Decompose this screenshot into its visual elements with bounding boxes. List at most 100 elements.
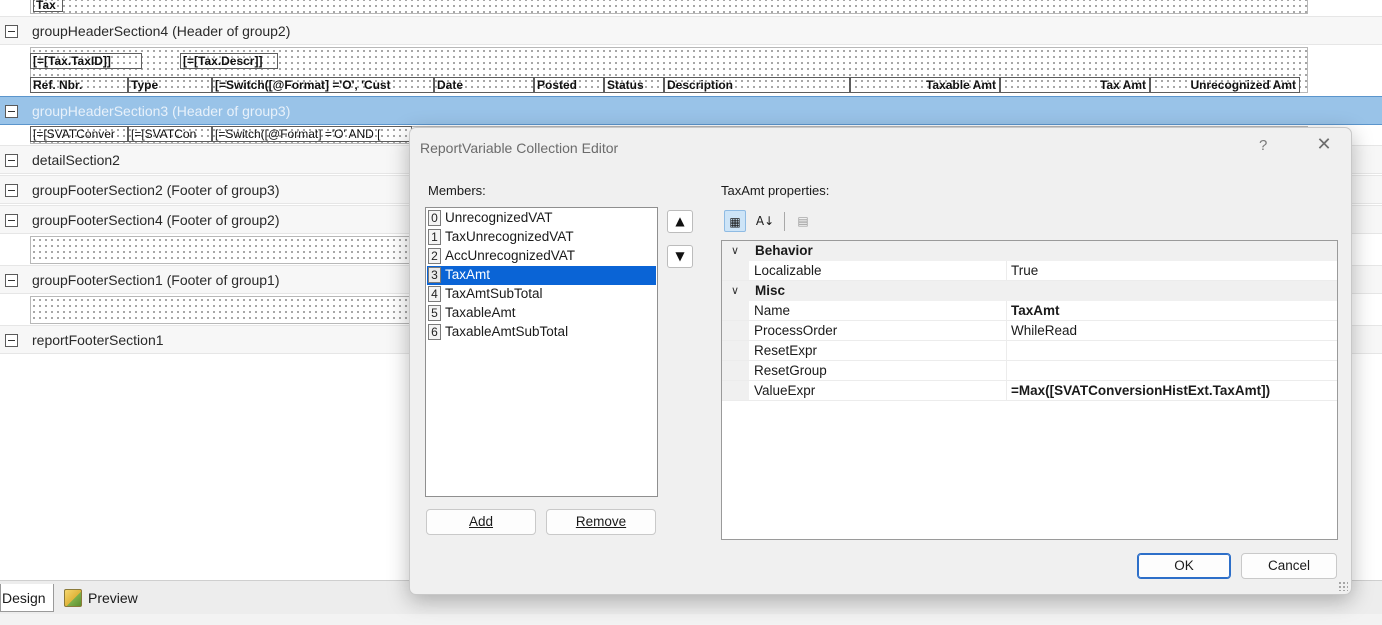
category-name: Behavior <box>755 243 813 258</box>
property-value[interactable]: WhileRead <box>1011 321 1077 341</box>
list-item-member-selected[interactable]: 3 TaxAmt <box>427 266 656 285</box>
col-taxable-amt[interactable]: Taxable Amt <box>850 77 1000 93</box>
member-name: AccUnrecognizedVAT <box>445 248 576 263</box>
status-strip <box>0 614 1382 625</box>
collapse-icon[interactable] <box>5 274 18 287</box>
band-title: groupFooterSection1 (Footer of group1) <box>32 272 280 288</box>
category-misc[interactable]: ∨ Misc <box>722 281 1337 301</box>
col-ref-nbr[interactable]: Ref. Nbr. <box>30 77 128 93</box>
col-status[interactable]: Status <box>604 77 664 93</box>
property-pages-icon[interactable]: ▤ <box>792 210 814 232</box>
band-title: detailSection2 <box>32 152 120 168</box>
member-name: UnrecognizedVAT <box>445 210 553 225</box>
member-index: 6 <box>428 324 441 340</box>
list-item-member[interactable]: 5 TaxableAmt <box>427 304 656 323</box>
property-value[interactable]: True <box>1011 261 1038 281</box>
collapse-icon[interactable] <box>5 105 18 118</box>
member-index: 4 <box>428 286 441 302</box>
move-up-button[interactable]: ▲ <box>667 210 693 233</box>
tax-id-field[interactable]: [=[Tax.TaxID]] <box>30 53 142 69</box>
category-behavior[interactable]: ∨ Behavior <box>722 241 1337 261</box>
tax-label-field[interactable]: Tax <box>33 0 63 12</box>
band-group-header-section3[interactable]: groupHeaderSection3 (Header of group3) <box>0 96 1382 125</box>
help-icon[interactable]: ? <box>1259 137 1267 154</box>
property-row-process-order[interactable]: ProcessOrder WhileRead <box>722 321 1337 341</box>
member-index: 1 <box>428 229 441 245</box>
band-group-header-section4[interactable]: groupHeaderSection4 (Header of group2) <box>0 16 1382 45</box>
tab-preview[interactable]: Preview <box>60 584 138 612</box>
member-name: TaxableAmtSubTotal <box>445 324 569 339</box>
properties-label: TaxAmt properties: <box>721 183 830 198</box>
col-date[interactable]: Date <box>434 77 534 93</box>
property-name: ValueExpr <box>754 383 816 398</box>
property-name: ResetGroup <box>754 363 827 378</box>
collapse-icon[interactable] <box>5 25 18 38</box>
list-item-member[interactable]: 6 TaxableAmtSubTotal <box>427 323 656 342</box>
svat-con-field[interactable]: [=[SVATCon <box>128 126 212 142</box>
list-item-member[interactable]: 1 TaxUnrecognizedVAT <box>427 228 656 247</box>
col-posted[interactable]: Posted <box>534 77 604 93</box>
member-index: 5 <box>428 305 441 321</box>
cancel-button[interactable]: Cancel <box>1241 553 1337 579</box>
property-row-name[interactable]: Name TaxAmt <box>722 301 1337 321</box>
property-name: Localizable <box>754 263 822 278</box>
member-index: 0 <box>428 210 441 226</box>
column-splitter <box>1006 261 1007 281</box>
member-index: 3 <box>428 267 441 283</box>
col-switch-format[interactable]: [=Switch([@Format] ='O', 'Cust <box>212 77 434 93</box>
chevron-down-icon[interactable]: ∨ <box>731 241 739 261</box>
member-index: 2 <box>428 248 441 264</box>
property-grid[interactable]: ∨ Behavior Localizable True ∨ Misc Name … <box>721 240 1338 540</box>
member-name: TaxAmt <box>445 267 491 282</box>
collapse-icon[interactable] <box>5 214 18 227</box>
report-variable-collection-editor: ReportVariable Collection Editor ? ✕ Mem… <box>409 127 1352 595</box>
collapse-icon[interactable] <box>5 334 18 347</box>
col-type[interactable]: Type <box>128 77 212 93</box>
member-name: TaxableAmt <box>445 305 516 320</box>
move-down-button[interactable]: ▼ <box>667 245 693 268</box>
band-title: groupFooterSection2 (Footer of group3) <box>32 182 280 198</box>
page-header-field-area <box>30 0 1308 14</box>
add-button[interactable]: Add <box>426 509 536 535</box>
sort-alphabetical-icon[interactable]: A↓ <box>754 210 776 232</box>
property-row-value-expr[interactable]: ValueExpr =Max([SVATConversionHistExt.Ta… <box>722 381 1337 401</box>
band-title: groupHeaderSection4 (Header of group2) <box>32 23 291 39</box>
switch-format-field[interactable]: [=Switch([@Format] ='O' AND [ <box>212 126 412 142</box>
remove-button[interactable]: Remove <box>546 509 656 535</box>
col-description[interactable]: Description <box>664 77 850 93</box>
add-label: Add <box>468 514 494 529</box>
list-item-member[interactable]: 0 UnrecognizedVAT <box>427 209 656 228</box>
chevron-down-icon[interactable]: ∨ <box>731 281 739 301</box>
preview-icon <box>64 589 82 607</box>
band-title: groupHeaderSection3 (Header of group3) <box>32 103 291 119</box>
category-name: Misc <box>755 283 786 298</box>
property-value[interactable]: TaxAmt <box>1011 301 1060 321</box>
band-title: groupFooterSection4 (Footer of group2) <box>32 212 280 228</box>
column-splitter <box>1006 361 1007 381</box>
dialog-title: ReportVariable Collection Editor <box>420 140 619 156</box>
property-row-localizable[interactable]: Localizable True <box>722 261 1337 281</box>
column-splitter <box>1006 321 1007 341</box>
property-name: ResetExpr <box>754 343 818 358</box>
collapse-icon[interactable] <box>5 154 18 167</box>
members-list[interactable]: 0 UnrecognizedVAT 1 TaxUnrecognizedVAT 2 Ac… <box>425 207 658 497</box>
property-row-reset-expr[interactable]: ResetExpr <box>722 341 1337 361</box>
col-tax-amt[interactable]: Tax Amt <box>1000 77 1150 93</box>
col-unrecognized-amt[interactable]: Unrecognized Amt <box>1150 77 1300 93</box>
property-name: ProcessOrder <box>754 323 838 338</box>
collapse-icon[interactable] <box>5 184 18 197</box>
list-item-member[interactable]: 2 AccUnrecognizedVAT <box>427 247 656 266</box>
property-row-reset-group[interactable]: ResetGroup <box>722 361 1337 381</box>
tax-descr-field[interactable]: [=[Tax.Descr]] <box>180 53 278 69</box>
property-value[interactable]: =Max([SVATConversionHistExt.TaxAmt]) <box>1011 381 1270 401</box>
svat-conversion-field[interactable]: [=[SVATConver <box>30 126 128 142</box>
column-splitter <box>1006 381 1007 401</box>
tab-design[interactable]: Design <box>0 584 54 612</box>
list-item-member[interactable]: 4 TaxAmtSubTotal <box>427 285 656 304</box>
categorized-icon[interactable]: ▦ <box>724 210 746 232</box>
property-name: Name <box>754 303 791 318</box>
ok-button[interactable]: OK <box>1137 553 1231 579</box>
close-icon[interactable]: ✕ <box>1313 134 1335 156</box>
column-splitter <box>1006 341 1007 361</box>
resize-grip-icon[interactable] <box>1338 581 1348 591</box>
